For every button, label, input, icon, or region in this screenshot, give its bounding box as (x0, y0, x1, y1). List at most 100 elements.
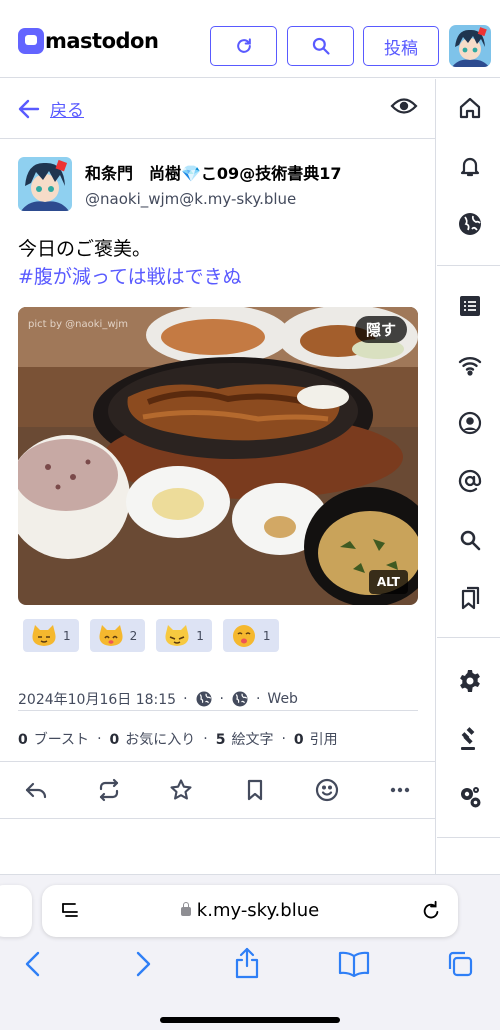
address-bar[interactable]: k.my-sky.blue (42, 885, 458, 937)
watermark-text: pict by @naoki_wjm (28, 319, 128, 330)
nav-moderation[interactable] (458, 727, 482, 751)
show-toggle-button[interactable] (390, 95, 418, 121)
reaction-button[interactable]: 2 (89, 619, 146, 652)
favourite-count-link[interactable]: 0 お気に入り (110, 729, 196, 749)
face-emoji-icon (232, 624, 255, 647)
more-horizontal-icon (390, 787, 410, 793)
mastodon-logo[interactable]: mastodon (18, 28, 159, 54)
search-icon (312, 37, 330, 55)
reply-button[interactable] (24, 778, 48, 806)
author-avatar[interactable] (18, 157, 72, 211)
favourite-button[interactable] (169, 778, 193, 806)
post-button[interactable]: 投稿 (363, 26, 439, 66)
alt-text-badge[interactable]: ALT (368, 570, 408, 594)
url-text: k.my-sky.blue (196, 900, 320, 921)
boost-count-link[interactable]: 0 ブースト (18, 729, 89, 749)
author-display-name: 和条門 尚樹💎こ09@技術書典17 (85, 164, 342, 183)
mastodon-logo-icon (18, 28, 44, 54)
status-content: 今日のご褒美。 #腹が減っては戦はできぬ (18, 235, 418, 291)
more-button[interactable] (388, 778, 412, 806)
search-icon (460, 530, 481, 551)
user-avatar[interactable] (449, 25, 491, 67)
refresh-icon (236, 38, 251, 53)
status-timestamp[interactable]: 2024年10月16日 18:15 (18, 689, 176, 709)
nav-mentions[interactable] (458, 469, 482, 493)
star-icon (170, 779, 192, 800)
list-icon (460, 296, 480, 316)
refresh-button[interactable] (210, 26, 277, 66)
gears-icon (461, 787, 481, 808)
bookmark-icon (247, 779, 263, 801)
divider (437, 637, 500, 638)
home-indicator (160, 1017, 340, 1023)
main-column: 戻る 和条門 尚樹💎こ09@技術書典17 @naoki_wjm@k.my-sky… (0, 79, 436, 874)
url-display[interactable]: k.my-sky.blue (42, 900, 458, 921)
bookmarks-icon (461, 586, 480, 610)
nav-explore[interactable] (458, 212, 482, 236)
reaction-button[interactable]: 1 (156, 619, 212, 652)
status-counts: 0 ブースト · 0 お気に入り · 5 絵文字 · 0 引用 (18, 729, 338, 749)
reaction-count: 2 (129, 628, 138, 643)
media-attachment[interactable]: pict by @naoki_wjm 隠す ALT (18, 307, 418, 605)
nav-search[interactable] (458, 528, 482, 552)
browser-toolbar: k.my-sky.blue (0, 874, 500, 1030)
back-label: 戻る (50, 101, 84, 121)
reply-icon (25, 782, 47, 799)
top-header: mastodon 投稿 (0, 0, 500, 78)
globe-icon (196, 691, 212, 707)
reaction-button[interactable]: 1 (222, 619, 279, 652)
status-meta: 2024年10月16日 18:15 · · · Web (18, 689, 298, 709)
nav-settings[interactable] (458, 669, 482, 693)
previous-tab-peek[interactable] (0, 885, 32, 937)
divider (18, 710, 418, 711)
user-circle-icon (458, 411, 482, 435)
search-button[interactable] (287, 26, 354, 66)
share-button[interactable] (234, 947, 260, 983)
nav-profile[interactable] (458, 411, 482, 435)
globe-icon (459, 213, 481, 235)
wifi-icon (458, 357, 482, 376)
back-button[interactable]: 戻る (18, 96, 84, 121)
boost-button[interactable] (97, 778, 121, 806)
reactions-bar: 1 2 1 1 (23, 619, 290, 652)
logo-text: mastodon (45, 29, 159, 53)
status-text: 今日のご褒美。 (18, 238, 152, 260)
browser-back-button[interactable] (22, 950, 46, 982)
bell-icon (460, 157, 480, 177)
at-sign-icon (458, 469, 482, 493)
nav-live-feeds[interactable] (458, 353, 482, 377)
boost-icon (99, 778, 119, 802)
nav-home[interactable] (458, 96, 482, 120)
via-application: Web (267, 691, 298, 707)
browser-forward-button[interactable] (130, 950, 154, 982)
column-header: 戻る (0, 79, 435, 139)
author-account: @naoki_wjm@k.my-sky.blue (85, 190, 297, 208)
lock-icon (180, 902, 191, 916)
quote-count-link[interactable]: 0 引用 (294, 729, 338, 749)
navigation-sidebar (437, 79, 500, 874)
cat-emoji-icon (32, 624, 56, 646)
reaction-button[interactable]: 1 (23, 619, 79, 652)
emoji-reaction-button[interactable] (315, 778, 339, 806)
bookmark-button[interactable] (243, 778, 267, 806)
tabs-icon (448, 951, 473, 977)
status-author[interactable]: 和条門 尚樹💎こ09@技術書典17 @naoki_wjm@k.my-sky.bl… (18, 157, 418, 211)
bookmarks-button[interactable] (338, 950, 370, 982)
reaction-count: 1 (196, 628, 204, 643)
nav-preferences[interactable] (458, 785, 482, 809)
arrow-left-icon (18, 99, 40, 118)
reaction-count: 1 (63, 628, 71, 643)
status-detail: 和条門 尚樹💎こ09@技術書典17 @naoki_wjm@k.my-sky.bl… (18, 157, 418, 748)
nav-notifications[interactable] (458, 154, 482, 178)
nav-lists[interactable] (458, 294, 482, 318)
emoji-count-link[interactable]: 5 絵文字 (216, 729, 274, 749)
reload-icon[interactable] (420, 900, 442, 922)
share-icon (235, 947, 259, 979)
hashtag-link[interactable]: #腹が減っては戦はできぬ (18, 263, 418, 291)
hide-media-button[interactable]: 隠す (354, 316, 407, 343)
tabs-button[interactable] (446, 950, 474, 982)
food-photo: pict by @naoki_wjm (18, 307, 418, 605)
chevron-right-icon (136, 951, 151, 977)
nav-bookmarks[interactable] (458, 586, 482, 610)
eye-icon (390, 98, 418, 114)
